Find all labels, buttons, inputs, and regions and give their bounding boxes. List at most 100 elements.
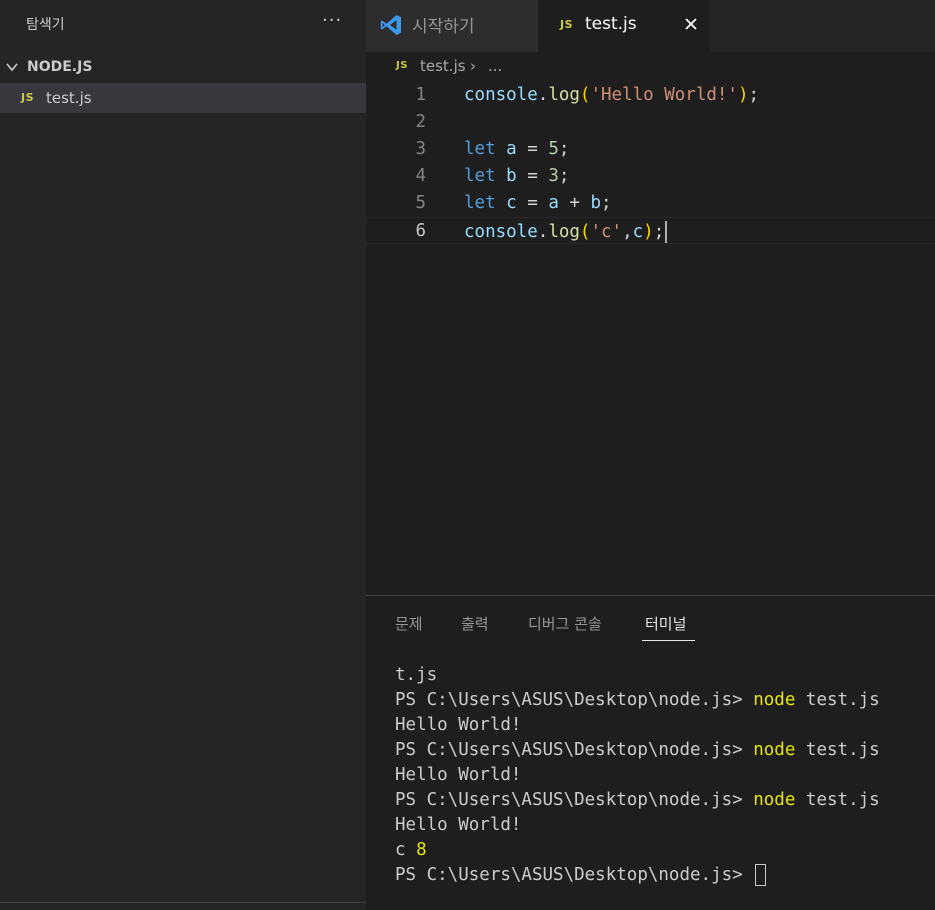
chevron-down-icon [6, 63, 18, 72]
code-token: + [558, 193, 591, 213]
code-token: . [537, 85, 549, 105]
code-token: , [622, 222, 633, 242]
tab-test-js-label: test.js [585, 14, 637, 34]
more-actions-button[interactable]: ··· [322, 10, 342, 31]
code-token: b [506, 166, 517, 186]
code-token: 'c' [590, 222, 623, 242]
terminal-argument: test.js [795, 740, 880, 760]
terminal-output-value: 8 [416, 840, 427, 860]
terminal-prompt: PS C:\Users\ASUS\Desktop\node.js> [395, 690, 754, 710]
text-cursor [665, 221, 668, 243]
line-number: 6 [415, 221, 426, 241]
code-token: ; [558, 139, 570, 159]
vscode-icon [380, 15, 401, 35]
terminal-cursor [755, 864, 767, 886]
code-text: let b = 3; [464, 166, 569, 186]
code-token: a [548, 193, 559, 213]
code-token: console [464, 222, 538, 242]
close-icon[interactable] [683, 16, 699, 32]
code-token: a [506, 139, 517, 159]
terminal-command: node [753, 740, 796, 760]
code-text: let c = a + b; [464, 193, 612, 213]
code-editor[interactable]: 1 console.log('Hello World!'); 2 3 let a… [366, 80, 935, 595]
js-file-icon: JS [560, 18, 574, 31]
code-text: let a = 5; [464, 139, 569, 159]
terminal-line: PS C:\Users\ASUS\Desktop\node.js> node t… [395, 738, 935, 763]
line-number: 4 [415, 166, 426, 186]
editor-tabbar: 시작하기 JS test.js [366, 0, 935, 52]
code-token: b [590, 193, 602, 213]
code-token: . [537, 222, 549, 242]
code-token: = [516, 139, 549, 159]
tab-output[interactable]: 출력 [461, 613, 489, 634]
line-number: 2 [415, 112, 426, 132]
code-line: 2 [366, 109, 935, 136]
folder-node-js[interactable]: NODE.JS [0, 54, 366, 80]
tab-welcome-label: 시작하기 [412, 17, 475, 37]
breadcrumb-file[interactable]: test.js [420, 57, 466, 75]
code-token: log [548, 222, 580, 242]
divider [0, 902, 366, 903]
js-file-icon: JS [21, 91, 35, 104]
breadcrumb-more[interactable]: ... [488, 57, 502, 75]
terminal-prompt: PS C:\Users\ASUS\Desktop\node.js> [395, 865, 754, 885]
terminal-prompt: PS C:\Users\ASUS\Desktop\node.js> [395, 740, 754, 760]
code-token: ) [737, 85, 749, 105]
code-token: console [464, 85, 538, 105]
code-token: let [464, 166, 496, 186]
code-token: log [548, 85, 580, 105]
tab-debug-console[interactable]: 디버그 콘솔 [528, 613, 602, 634]
line-number: 1 [415, 85, 426, 105]
code-token: let [464, 139, 496, 159]
breadcrumb: JS test.js › ... [366, 52, 935, 80]
code-text: console.log('Hello World!'); [464, 85, 759, 105]
tab-welcome[interactable]: 시작하기 [366, 0, 538, 52]
line-number: 5 [415, 193, 426, 213]
file-item-test-js[interactable]: JS test.js [0, 83, 366, 113]
terminal-line: c 8 [395, 838, 935, 863]
explorer-sidebar: 탐색기 ··· NODE.JS JS test.js [0, 0, 366, 910]
terminal-argument: test.js [795, 790, 880, 810]
tab-test-js[interactable]: JS test.js [538, 0, 710, 52]
code-token: 3 [548, 166, 559, 186]
terminal-line: PS C:\Users\ASUS\Desktop\node.js> node t… [395, 788, 935, 813]
tab-problems[interactable]: 문제 [395, 613, 423, 634]
terminal-output-label: c [395, 840, 417, 860]
terminal-line: Hello World! [395, 815, 522, 835]
code-text: console.log('c',c); [464, 221, 668, 243]
code-token: ) [643, 222, 654, 242]
terminal-output[interactable]: t.js PS C:\Users\ASUS\Desktop\node.js> n… [395, 663, 935, 888]
code-token: ; [558, 166, 570, 186]
code-token: c [506, 193, 517, 213]
terminal-line: PS C:\Users\ASUS\Desktop\node.js> [395, 863, 935, 888]
chevron-right-icon: › [470, 57, 476, 75]
terminal-command: node [753, 790, 796, 810]
terminal-line: Hello World! [395, 715, 522, 735]
code-token: ; [601, 193, 612, 213]
terminal-command: node [753, 690, 796, 710]
terminal-prompt: PS C:\Users\ASUS\Desktop\node.js> [395, 790, 754, 810]
code-token: c [632, 222, 644, 242]
terminal-argument: test.js [795, 690, 880, 710]
code-token: ( [579, 85, 591, 105]
folder-label: NODE.JS [27, 59, 93, 75]
code-token: ( [579, 222, 591, 242]
active-tab-indicator [642, 640, 695, 641]
code-token: = [516, 193, 549, 213]
terminal-line: Hello World! [395, 765, 522, 785]
tab-terminal[interactable]: 터미널 [645, 613, 686, 634]
js-file-icon: JS [396, 60, 408, 71]
code-token: ; [653, 222, 665, 242]
code-token: 5 [548, 139, 559, 159]
code-line-active: 6 console.log('c',c); [366, 217, 935, 244]
code-token: 'Hello World!' [590, 85, 738, 105]
terminal-line: PS C:\Users\ASUS\Desktop\node.js> node t… [395, 688, 935, 713]
file-label: test.js [46, 89, 92, 107]
code-line: 5 let c = a + b; [366, 190, 935, 217]
code-line: 3 let a = 5; [366, 136, 935, 163]
code-line: 1 console.log('Hello World!'); [366, 82, 935, 109]
code-line: 4 let b = 3; [366, 163, 935, 190]
code-token: = [516, 166, 549, 186]
terminal-line: t.js [395, 665, 438, 685]
explorer-title: 탐색기 [26, 17, 65, 33]
